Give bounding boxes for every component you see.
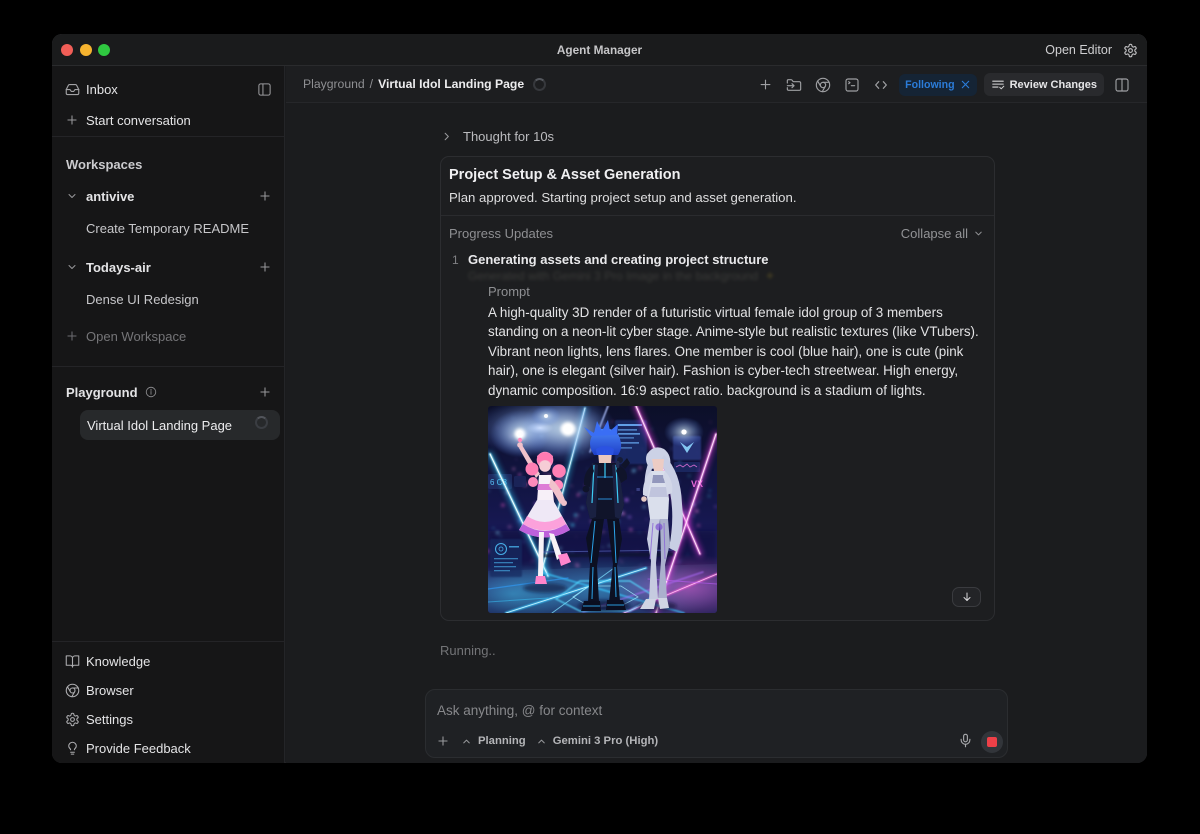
svg-text:≡: ≡: [636, 487, 640, 494]
